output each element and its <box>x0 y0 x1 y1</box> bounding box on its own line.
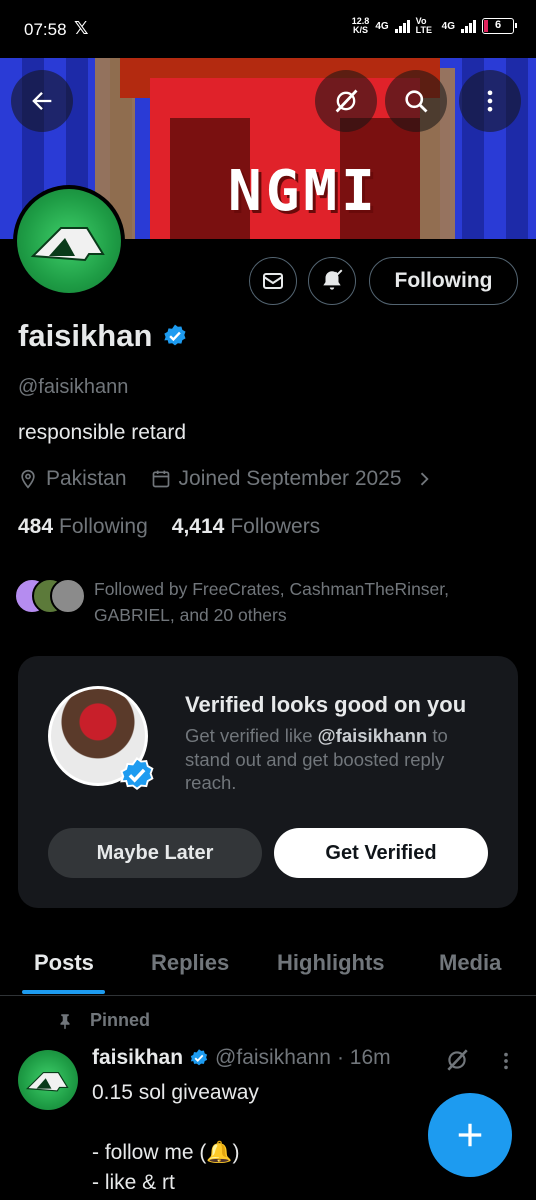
status-time: 07:58 <box>24 20 67 39</box>
search-icon <box>405 90 428 113</box>
post-text: 0.15 sol giveaway - follow me (🔔) - like… <box>92 1081 259 1194</box>
network-speed: 12.8 K/S <box>352 17 370 35</box>
card-title: Verified looks good on you <box>185 692 467 717</box>
message-button[interactable] <box>249 257 297 305</box>
maybe-later-button[interactable]: Maybe Later <box>48 828 262 878</box>
profile-name: faisikhan <box>18 318 153 353</box>
bell-check-icon <box>323 269 343 290</box>
profile-joined: Joined September 2025 <box>178 467 402 490</box>
compose-button[interactable] <box>428 1093 512 1177</box>
post-avatar[interactable] <box>18 1050 78 1110</box>
battery-level: 6 <box>494 19 502 31</box>
battery-icon: 6 <box>482 18 517 34</box>
tab-posts[interactable]: Posts <box>34 950 94 976</box>
following-count: 484 <box>18 515 54 538</box>
plus-icon <box>458 1123 482 1147</box>
avatar <box>50 578 86 614</box>
profile-handle: @faisikhann <box>18 376 129 398</box>
pinned-label: Pinned <box>90 1010 151 1030</box>
profile-name-row: faisikhan <box>18 318 188 354</box>
following-button[interactable]: Following <box>369 257 518 305</box>
followed-by-text: Followed by FreeCrates, CashmanTheRinser… <box>94 579 450 625</box>
pinned-label-row: Pinned <box>56 1010 150 1031</box>
banner-text: NGMI <box>228 159 379 224</box>
tent-icon <box>30 227 105 262</box>
grok-button[interactable] <box>315 70 377 132</box>
tab-media[interactable]: Media <box>439 950 501 976</box>
card-desc-prefix: Get verified like <box>185 725 318 746</box>
search-button[interactable] <box>385 70 447 132</box>
tab-highlights[interactable]: Highlights <box>277 950 385 976</box>
grok-icon <box>335 89 358 113</box>
followed-by[interactable]: Followed by FreeCrates, CashmanTheRinser… <box>14 576 514 628</box>
followers-count-link[interactable]: 4,414 Followers <box>172 515 320 539</box>
x-logo-icon: 𝕏 <box>74 18 89 38</box>
network-type-2: Vo LTE <box>415 16 432 35</box>
back-arrow-icon <box>32 92 52 110</box>
network-type-1: 4G <box>375 20 389 32</box>
back-button[interactable] <box>11 70 73 132</box>
location-icon <box>21 469 35 489</box>
pin-icon <box>60 1013 70 1029</box>
verified-promo-card: Verified looks good on you Get verified … <box>18 656 518 908</box>
profile-tabs: Posts Replies Highlights Media <box>0 940 536 996</box>
profile-avatar[interactable] <box>13 185 125 297</box>
post-time: · 16m <box>336 1046 391 1069</box>
signal-icon-2 <box>461 19 476 33</box>
avatar-image <box>17 189 121 293</box>
followers-count: 4,414 <box>171 515 225 538</box>
chevron-right-icon[interactable] <box>414 469 434 489</box>
post-author-name[interactable]: faisikhan <box>92 1046 183 1070</box>
calendar-icon <box>152 470 169 488</box>
tab-replies[interactable]: Replies <box>151 950 229 976</box>
notify-button[interactable] <box>308 257 356 305</box>
get-verified-button[interactable]: Get Verified <box>274 828 488 878</box>
verified-badge-icon[interactable] <box>162 323 188 349</box>
more-vertical-icon <box>487 90 493 112</box>
following-count-link[interactable]: 484 Following <box>18 515 148 539</box>
grok-icon[interactable] <box>444 1047 470 1073</box>
signal-icon <box>394 19 410 33</box>
followed-by-avatars <box>14 576 86 616</box>
network-type-3: 4G <box>441 20 455 32</box>
post-author-handle[interactable]: @faisikhann <box>215 1046 331 1070</box>
follow-counts: 484 Following 4,414 Followers <box>18 515 320 539</box>
post-header: faisikhan @faisikhann · 16m <box>92 1046 391 1070</box>
more-button[interactable] <box>459 70 521 132</box>
card-desc-handle: @faisikhann <box>317 725 428 746</box>
followers-label: Followers <box>230 515 321 538</box>
profile-meta: Pakistan Joined September 2025 <box>18 467 434 491</box>
message-icon <box>263 273 283 289</box>
card-description: Get verified like @faisikhann to stand o… <box>185 724 495 795</box>
tent-icon <box>26 1071 69 1092</box>
profile-location: Pakistan <box>46 467 127 490</box>
following-label: Following <box>59 515 148 538</box>
active-tab-indicator <box>22 990 105 994</box>
status-bar: 07:58 𝕏 12.8 K/S 4G Vo LTE 4G 6 <box>0 0 536 58</box>
status-indicators: 12.8 K/S 4G Vo LTE 4G 6 <box>352 16 517 35</box>
profile-bio: responsible retard <box>18 421 187 444</box>
more-vertical-icon[interactable] <box>498 1050 514 1072</box>
verified-badge-icon <box>120 757 154 790</box>
speed-unit: K/S <box>353 25 369 35</box>
verified-badge-icon <box>190 1049 208 1066</box>
